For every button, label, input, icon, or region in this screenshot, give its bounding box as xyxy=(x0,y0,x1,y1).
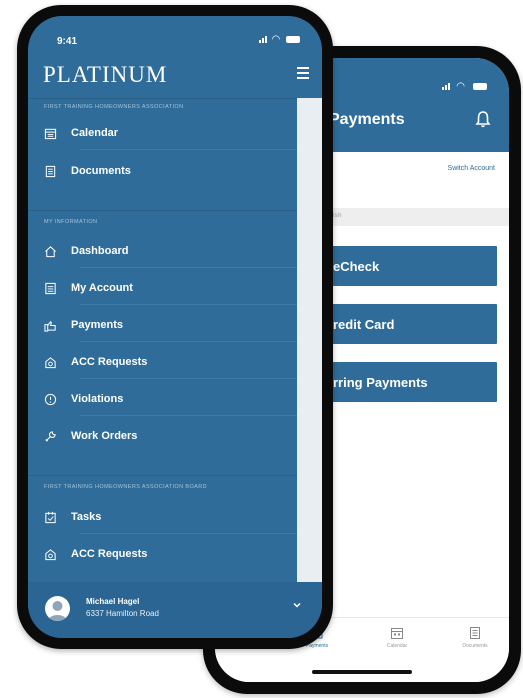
avatar xyxy=(45,596,70,621)
menu-item-label: My Account xyxy=(71,282,133,294)
menu-item-label: Dashboard xyxy=(71,245,129,257)
dashboard-icon xyxy=(45,245,56,257)
section-divider xyxy=(28,210,297,211)
acc-requests-icon xyxy=(45,356,56,368)
battery-icon xyxy=(473,82,487,90)
menu-item-acc-requests[interactable]: ACC Requests xyxy=(44,349,297,379)
work-orders-icon xyxy=(45,430,56,442)
calendar-icon xyxy=(391,628,403,639)
signal-icon xyxy=(442,83,451,91)
bell-icon[interactable] xyxy=(475,110,491,128)
menu-item-label: Tasks xyxy=(71,511,102,523)
menu-item-dashboard[interactable]: Dashboard xyxy=(44,238,297,268)
item-divider xyxy=(80,304,297,305)
menu-item-label: ACC Requests xyxy=(71,548,148,560)
home-indicator xyxy=(312,670,412,674)
menu-item-tasks[interactable]: Tasks xyxy=(44,504,297,534)
payments-title: Payments xyxy=(329,111,405,128)
tab-documents[interactable]: Documents xyxy=(447,626,503,649)
hamburger-icon[interactable] xyxy=(297,67,309,79)
item-divider xyxy=(80,415,297,416)
content-peek-strip[interactable] xyxy=(297,98,322,582)
documents-icon xyxy=(470,627,480,639)
documents-icon xyxy=(45,165,56,177)
menu-item-violations[interactable]: Violations xyxy=(44,386,297,416)
user-name: Michael Hagel xyxy=(86,597,140,606)
tab-documents-label: Documents xyxy=(462,643,488,649)
menu-item-payments[interactable]: Payments xyxy=(44,312,297,342)
brand-logo: PLATINUM xyxy=(43,62,168,87)
status-time: 9:41 xyxy=(57,36,78,47)
front-status-icons: ◠ xyxy=(258,34,300,45)
account-icon xyxy=(45,282,56,294)
menu-item-label: Violations xyxy=(71,393,124,405)
menu-item-label: ACC Requests xyxy=(71,356,148,368)
chevron-down-icon[interactable] xyxy=(292,600,302,610)
user-address: 6337 Hamilton Road xyxy=(86,609,159,618)
section-divider xyxy=(28,475,297,476)
menu-item-label: Documents xyxy=(71,165,131,177)
section-divider xyxy=(28,98,297,99)
wifi-icon: ◠ xyxy=(456,81,466,92)
section-label-my-information: My Information xyxy=(44,219,98,225)
menu-item-calendar[interactable]: Calendar xyxy=(44,120,297,150)
section-label-association-board: First Training Homeowners Association Bo… xyxy=(44,484,207,490)
item-divider xyxy=(80,341,297,342)
item-divider xyxy=(80,533,297,534)
switch-account-link[interactable]: Switch Account xyxy=(448,165,495,172)
menu-item-label: Payments xyxy=(71,319,123,331)
section-label-association: First Training Homeowners Association xyxy=(44,104,184,110)
menu-item-my-account[interactable]: My Account xyxy=(44,275,297,305)
back-status-bar: ◠ xyxy=(442,80,487,92)
item-divider xyxy=(80,149,297,150)
wifi-icon: ◠ xyxy=(271,34,281,45)
menu-item-board-acc-requests[interactable]: ACC Requests xyxy=(44,541,297,567)
user-avatar-icon xyxy=(48,601,67,621)
signal-icon xyxy=(258,36,267,44)
menu-item-documents[interactable]: Documents xyxy=(44,158,297,184)
battery-icon xyxy=(286,35,300,43)
item-divider xyxy=(80,378,297,379)
item-divider xyxy=(80,267,297,268)
user-profile-footer[interactable]: Michael Hagel 6337 Hamilton Road xyxy=(28,582,322,638)
menu-item-label: Work Orders xyxy=(71,430,138,442)
payments-icon xyxy=(44,320,56,332)
calendar-icon xyxy=(44,128,57,139)
menu-item-work-orders[interactable]: Work Orders xyxy=(44,423,297,449)
violations-icon xyxy=(44,393,57,405)
tasks-icon xyxy=(45,511,56,523)
tab-calendar[interactable]: Calendar xyxy=(369,626,425,649)
front-phone-screen: 9:41 ◠ PLATINUM First Training Homeowner… xyxy=(28,16,322,638)
front-phone-frame: 9:41 ◠ PLATINUM First Training Homeowner… xyxy=(17,5,333,649)
acc-requests-icon xyxy=(45,548,56,560)
tab-calendar-label: Calendar xyxy=(386,643,408,649)
menu-item-label: Calendar xyxy=(71,127,119,139)
